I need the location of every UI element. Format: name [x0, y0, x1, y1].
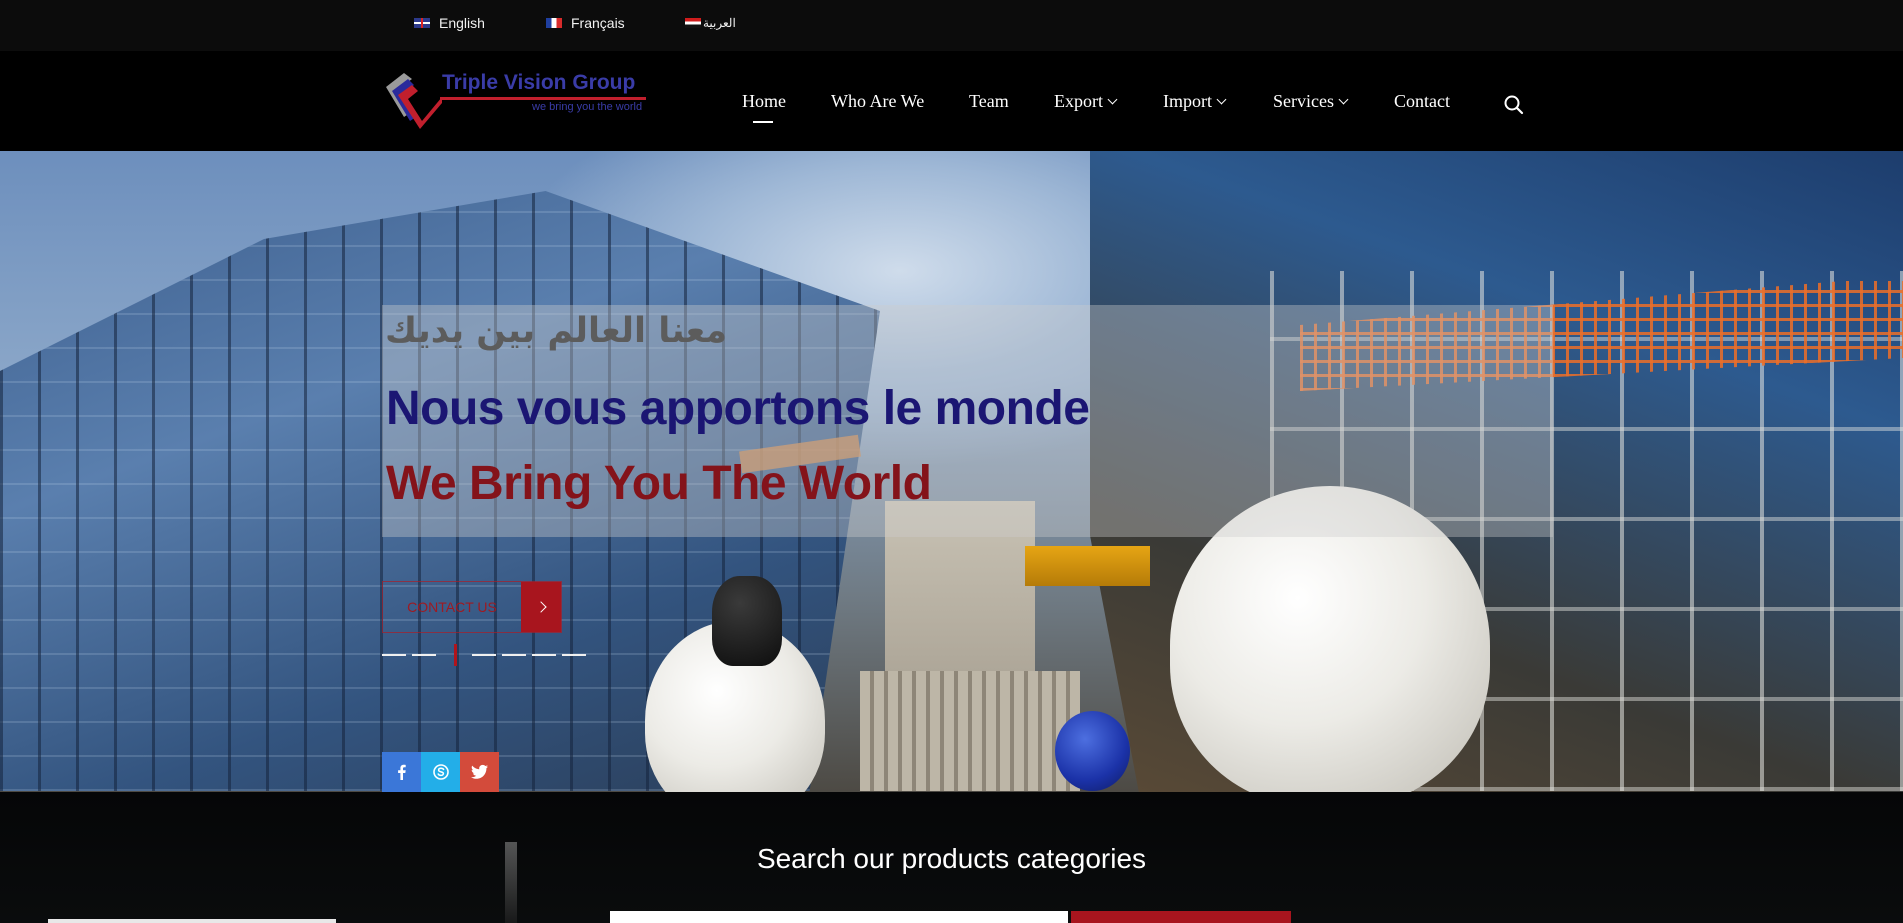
- nav-export[interactable]: Export: [1054, 91, 1118, 112]
- contact-us-label: CONTACT US: [407, 599, 497, 615]
- skype-icon: [432, 764, 449, 780]
- nav-contact-label: Contact: [1394, 91, 1450, 111]
- logo-mark-icon: [386, 73, 442, 129]
- skype-button[interactable]: [421, 752, 460, 792]
- hero-helmet-blue: [1055, 711, 1130, 791]
- language-english-label: English: [439, 15, 485, 31]
- facebook-icon: [397, 764, 406, 780]
- nav-home[interactable]: Home: [742, 91, 786, 112]
- nav-who-are-we[interactable]: Who Are We: [831, 91, 924, 112]
- nav-home-label: Home: [742, 91, 786, 111]
- search-button[interactable]: [1503, 94, 1525, 116]
- language-french-link[interactable]: Français: [546, 15, 625, 31]
- nav-services-label: Services: [1273, 91, 1334, 111]
- hero-glove: [712, 576, 782, 666]
- france-flag-icon: [546, 18, 562, 28]
- search-icon: [1504, 95, 1524, 115]
- slider-dot[interactable]: [412, 654, 436, 656]
- facebook-button[interactable]: [382, 752, 421, 792]
- egypt-flag-icon: [685, 18, 701, 28]
- language-arabic-label: العربية: [703, 16, 736, 30]
- slider-dot[interactable]: [382, 654, 406, 656]
- logo-link[interactable]: Triple Vision Group we bring you the wor…: [382, 69, 648, 135]
- language-english-link[interactable]: English: [414, 15, 485, 31]
- chevron-down-icon: [1338, 94, 1349, 105]
- logo-tagline: we bring you the world: [532, 101, 643, 113]
- arrow-right-icon: [521, 582, 561, 632]
- nav-team[interactable]: Team: [969, 91, 1009, 112]
- language-arabic-link[interactable]: العربية: [685, 16, 736, 30]
- hero-building-facade: [860, 671, 1080, 791]
- chevron-down-icon: [1107, 94, 1118, 105]
- chevron-down-icon: [1216, 94, 1227, 105]
- nav-export-label: Export: [1054, 91, 1103, 111]
- nav-contact[interactable]: Contact: [1394, 91, 1450, 112]
- slider-dot-active[interactable]: [454, 644, 457, 666]
- nav-team-label: Team: [969, 91, 1009, 111]
- nav-services[interactable]: Services: [1273, 91, 1349, 112]
- hero-slider: معنا العالم بين يديك Nous vous apportons…: [0, 151, 1903, 792]
- nav-active-indicator: [753, 121, 773, 123]
- twitter-icon: [470, 764, 488, 779]
- product-search-section: Search our products categories: [0, 792, 1903, 923]
- slider-dot[interactable]: [472, 654, 496, 656]
- language-bar: English Français العربية: [0, 0, 1903, 51]
- twitter-button[interactable]: [460, 752, 499, 792]
- language-french-label: Français: [571, 15, 625, 31]
- hero-crane-load: [1025, 546, 1150, 586]
- nav-import-label: Import: [1163, 91, 1212, 111]
- uk-flag-icon: [414, 18, 430, 28]
- slider-dot[interactable]: [502, 654, 526, 656]
- slider-dot[interactable]: [532, 654, 556, 656]
- logo-underline: [440, 97, 646, 100]
- category-search-input[interactable]: [610, 911, 1068, 923]
- section-divider: [48, 919, 336, 923]
- slider-dot[interactable]: [562, 654, 586, 656]
- nav-who-are-we-label: Who Are We: [831, 91, 925, 111]
- site-header: Triple Vision Group we bring you the wor…: [0, 51, 1903, 151]
- logo-title: Triple Vision Group: [442, 71, 636, 94]
- hero-heading-arabic: معنا العالم بين يديك: [385, 311, 728, 351]
- nav-import[interactable]: Import: [1163, 91, 1227, 112]
- product-search-title: Search our products categories: [756, 843, 1147, 874]
- hero-heading-english: We Bring You The World: [386, 457, 932, 510]
- contact-us-button[interactable]: CONTACT US: [382, 581, 562, 633]
- category-search-button[interactable]: [1071, 911, 1291, 923]
- social-links: [382, 752, 499, 792]
- hero-heading-french: Nous vous apportons le monde: [386, 382, 1090, 435]
